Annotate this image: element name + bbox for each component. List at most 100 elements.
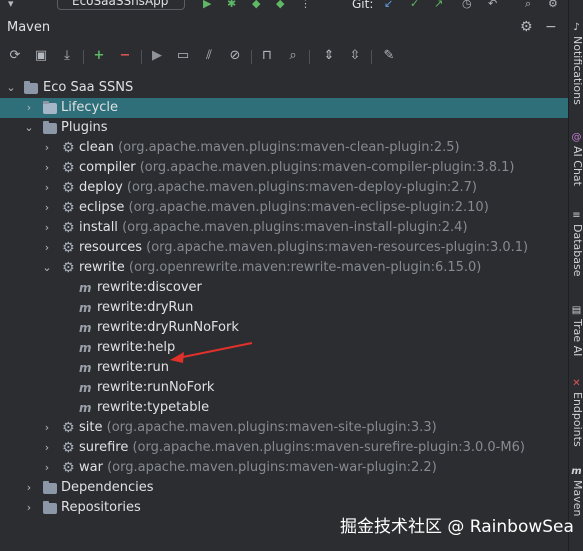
chevron-right-icon[interactable]: › bbox=[41, 218, 53, 238]
reload-icon[interactable]: ⟳ bbox=[5, 46, 25, 66]
tree-node-goal[interactable]: m rewrite:dryRunNoFork bbox=[0, 318, 568, 338]
chevron-right-icon[interactable]: › bbox=[41, 458, 53, 478]
tree-node-plugin[interactable]: › ⚙ site (org.apache.maven.plugins:maven… bbox=[0, 418, 568, 438]
stripe-notifications[interactable]: Notifications bbox=[569, 36, 583, 105]
analyze-icon[interactable]: ⌕ bbox=[283, 46, 303, 66]
chevron-right-icon[interactable]: › bbox=[41, 178, 53, 198]
stripe-endpoints[interactable]: Endpoints bbox=[569, 392, 583, 447]
more-actions-icon[interactable]: ⋮ bbox=[300, 0, 311, 10]
plugin-name: install bbox=[79, 220, 118, 235]
plugin-coordinates: (org.apache.maven.plugins:maven-surefire… bbox=[132, 440, 525, 455]
repositories-label: Repositories bbox=[61, 500, 141, 515]
chevron-right-icon[interactable]: › bbox=[41, 158, 53, 178]
settings-wrench-icon[interactable]: ✎ bbox=[379, 46, 399, 66]
tree-node-dependencies[interactable]: › Dependencies bbox=[0, 478, 568, 498]
plus-icon[interactable]: + bbox=[89, 46, 109, 66]
debug-icon[interactable]: ✱ bbox=[227, 0, 236, 10]
tree-node-goal[interactable]: m rewrite:help bbox=[0, 338, 568, 358]
tree-node-plugins[interactable]: ⌄ Plugins bbox=[0, 118, 568, 138]
chevron-right-icon[interactable]: › bbox=[23, 498, 35, 518]
tree-node-plugin[interactable]: › ⚙ deploy (org.apache.maven.plugins:mav… bbox=[0, 178, 568, 198]
stripe-database[interactable]: Database bbox=[569, 224, 583, 277]
stripe-ai-chat[interactable]: AI Chat bbox=[569, 146, 583, 186]
chevron-down-icon[interactable]: ⌄ bbox=[41, 258, 53, 278]
toggle-offline-icon[interactable]: ⫽ bbox=[199, 46, 219, 66]
add-project-icon[interactable]: ▣ bbox=[31, 46, 51, 66]
maven-goal-icon: m bbox=[79, 401, 92, 415]
tree-node-plugin[interactable]: › ⚙ resources (org.apache.maven.plugins:… bbox=[0, 238, 568, 258]
vcs-update-icon[interactable]: ↙ bbox=[384, 0, 393, 10]
tree-node-lifecycle[interactable]: › Lifecycle bbox=[0, 98, 568, 118]
stripe-trae-ai[interactable]: Trae AI bbox=[569, 319, 583, 356]
database-icon[interactable]: ≡ bbox=[571, 210, 582, 221]
vcs-commit-icon[interactable]: ✓ bbox=[410, 0, 419, 10]
right-tool-window-stripe: ♪ Notifications @ AI Chat ≡ Database ▤ T… bbox=[568, 0, 583, 551]
tree-node-plugin-rewrite[interactable]: ⌄ ⚙ rewrite (org.openrewrite.maven:rewri… bbox=[0, 258, 568, 278]
vcs-push-icon[interactable]: ↗ bbox=[434, 0, 443, 10]
show-dependencies-icon[interactable]: ⊓ bbox=[257, 46, 277, 66]
history-icon[interactable]: ◷ bbox=[462, 0, 472, 10]
chevron-right-icon[interactable]: › bbox=[23, 98, 35, 118]
collapse-all-icon[interactable]: ⇳ bbox=[345, 46, 365, 66]
chevron-right-icon[interactable]: › bbox=[23, 478, 35, 498]
tree-node-goal-run[interactable]: m rewrite:run bbox=[0, 358, 568, 378]
chevron-down-icon[interactable]: ⌄ bbox=[23, 118, 35, 138]
tree-node-goal[interactable]: m rewrite:discover bbox=[0, 278, 568, 298]
execute-goal-icon[interactable]: ▭ bbox=[173, 46, 193, 66]
tree-node-plugin[interactable]: › ⚙ compiler (org.apache.maven.plugins:m… bbox=[0, 158, 568, 178]
chevron-right-icon[interactable]: › bbox=[41, 138, 53, 158]
tree-node-goal[interactable]: m rewrite:typetable bbox=[0, 398, 568, 418]
profiler-icon[interactable]: ◆ bbox=[276, 0, 284, 10]
chevron-right-icon[interactable]: › bbox=[41, 198, 53, 218]
skip-tests-icon[interactable]: ⊘ bbox=[225, 46, 245, 66]
gear-icon[interactable]: ⚙ bbox=[520, 19, 533, 35]
plugin-coordinates: (org.apache.maven.plugins:maven-deploy-p… bbox=[126, 180, 477, 195]
chevron-down-icon[interactable]: ⌄ bbox=[5, 78, 17, 98]
vcs-label[interactable]: Git: bbox=[352, 0, 373, 10]
plugin-name: surefire bbox=[79, 440, 129, 455]
tool-window-header: Maven ⚙ − bbox=[0, 12, 568, 42]
plugin-name: deploy bbox=[79, 180, 123, 195]
run-configuration-selector[interactable]: EcoSaaSSnsApp bbox=[57, 0, 185, 10]
endpoints-icon[interactable]: ✕ bbox=[571, 378, 582, 389]
tree-node-plugin[interactable]: › ⚙ clean (org.apache.maven.plugins:mave… bbox=[0, 138, 568, 158]
tree-node-plugin[interactable]: › ⚙ install (org.apache.maven.plugins:ma… bbox=[0, 218, 568, 238]
download-icon[interactable]: ⤓ bbox=[57, 46, 77, 66]
tree-node-plugin[interactable]: › ⚙ eclipse (org.apache.maven.plugins:ma… bbox=[0, 198, 568, 218]
ai-chat-icon[interactable]: @ bbox=[571, 132, 582, 143]
tree-node-plugin[interactable]: › ⚙ surefire (org.apache.maven.plugins:m… bbox=[0, 438, 568, 458]
plugin-name-text: deploy (org.apache.maven.plugins:maven-d… bbox=[79, 178, 477, 198]
rollback-icon[interactable]: ↶ bbox=[488, 0, 497, 10]
tree-node-goal[interactable]: m rewrite:runNoFork bbox=[0, 378, 568, 398]
plugin-gear-icon: ⚙ bbox=[62, 240, 75, 256]
tree-node-plugin[interactable]: › ⚙ war (org.apache.maven.plugins:maven-… bbox=[0, 458, 568, 478]
minus-icon[interactable]: − bbox=[115, 46, 135, 66]
folder-icon bbox=[43, 121, 57, 135]
maven-goal-icon: m bbox=[79, 341, 92, 355]
settings-icon[interactable]: ⚙ bbox=[548, 0, 558, 10]
plugin-coordinates: (org.apache.maven.plugins:maven-war-plug… bbox=[107, 460, 437, 475]
chevron-right-icon[interactable]: › bbox=[41, 418, 53, 438]
tree-node-project[interactable]: ⌄ Eco Saa SSNS bbox=[0, 78, 568, 98]
plugin-coordinates: (org.apache.maven.plugins:maven-clean-pl… bbox=[118, 140, 460, 155]
chevron-right-icon[interactable]: › bbox=[41, 438, 53, 458]
run-icon[interactable]: ▶ bbox=[147, 46, 167, 66]
minimize-icon[interactable]: − bbox=[545, 19, 557, 35]
menu-dropdown-icon[interactable]: ▾ bbox=[8, 0, 14, 10]
coverage-icon[interactable]: ◆ bbox=[252, 0, 260, 10]
plugin-name: eclipse bbox=[79, 200, 125, 215]
bell-icon[interactable]: ♪ bbox=[571, 22, 582, 33]
goal-label: rewrite:dryRun bbox=[97, 300, 194, 315]
chevron-right-icon[interactable]: › bbox=[41, 238, 53, 258]
trae-ai-icon[interactable]: ▤ bbox=[571, 305, 582, 316]
stripe-maven[interactable]: Maven bbox=[569, 480, 583, 516]
tree-node-goal[interactable]: m rewrite:dryRun bbox=[0, 298, 568, 318]
maven-project-icon bbox=[24, 81, 38, 95]
search-everywhere-icon[interactable]: ⌕ bbox=[525, 0, 531, 10]
plugin-coordinates: (org.openrewrite.maven:rewrite-maven-plu… bbox=[128, 260, 482, 275]
plugin-coordinates: (org.apache.maven.plugins:maven-resource… bbox=[146, 240, 529, 255]
folder-icon bbox=[43, 101, 57, 115]
expand-all-icon[interactable]: ⇕ bbox=[319, 46, 339, 66]
run-icon[interactable]: ▶ bbox=[203, 0, 211, 10]
maven-icon[interactable]: m bbox=[571, 466, 582, 477]
